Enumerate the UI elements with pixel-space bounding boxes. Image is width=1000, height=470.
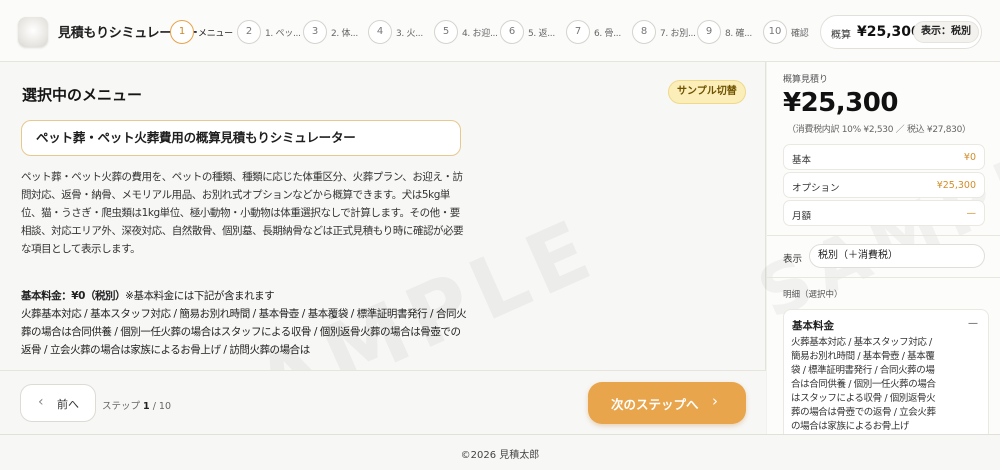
detail-card: 基本料金 — 火葬基本対応 / 基本スタッフ対応 / 簡易お別れ時間 / 基本骨… <box>783 309 989 434</box>
display-select[interactable]: 税別（＋消費税） <box>809 244 985 268</box>
step-number: 4 <box>368 20 392 44</box>
step-number: 9 <box>697 20 721 44</box>
base-fee-items: 火葬基本対応 / 基本スタッフ対応 / 簡易お別れ時間 / 基本骨壺 / 基本覆… <box>21 308 467 355</box>
step-label: メニュー <box>198 29 233 39</box>
step-label: 5. 返... <box>528 29 555 39</box>
next-label: 次のステップへ <box>611 397 699 412</box>
tax-display-toggle[interactable]: 表示：税別 <box>913 21 979 43</box>
detail-body: 火葬基本対応 / 基本スタッフ対応 / 簡易お別れ時間 / 基本骨壺 / 基本覆… <box>791 337 936 432</box>
step-number: 3 <box>303 20 327 44</box>
step-number: 10 <box>763 20 787 44</box>
step-number: 7 <box>566 20 590 44</box>
estimate-sidebar: SAMPLE 概算見積り ¥25,300 （消費税内訳 10% ¥2,530 ／… <box>746 62 1000 434</box>
step-number: 1 <box>170 20 194 44</box>
base-fee-block: 基本料金：¥0（税別）※基本料金には下記が含まれます 火葬基本対応 / 基本スタ… <box>21 287 469 355</box>
selected-menu-field[interactable]: ペット葬・ペット火葬費用の概算見積もりシミュレーター <box>21 120 461 156</box>
step-label: 3. 火... <box>396 29 423 39</box>
estimate-total: ¥25,300 <box>783 88 898 118</box>
row-value: ¥25,300 <box>936 180 976 191</box>
step-current: 1 <box>143 401 150 412</box>
menu-description: ペット葬・ペット火葬の費用を、ペットの種類、種類に応じた体重区分、火葬プラン、お… <box>21 171 464 255</box>
step-label: 確認 <box>791 29 809 39</box>
step-number: 8 <box>632 20 656 44</box>
step-prefix: ステップ <box>102 401 141 412</box>
step-label: 7. お別... <box>660 29 696 39</box>
step-label: 8. 確... <box>725 29 752 39</box>
row-label: 月額 <box>792 211 812 222</box>
back-button[interactable]: ‹ 前へ <box>20 384 96 422</box>
row-label: 基本 <box>792 155 812 166</box>
display-label: 表示 <box>783 254 803 265</box>
estimate-summary: 概算 ¥25,300 表示：税別 <box>820 15 982 49</box>
step-number: 6 <box>500 20 524 44</box>
summary-value: ¥25,300 <box>857 24 921 40</box>
section-title: 選択中のメニュー <box>22 86 143 104</box>
step-navigation: ‹ 前へ ステップ 1 / 10 次のステップへ › <box>0 370 766 434</box>
divider <box>767 235 1000 236</box>
step-counter: ステップ 1 / 10 <box>102 398 171 412</box>
estimate-label: 概算見積り <box>783 75 829 85</box>
page-footer: ©2026 見積太郎 <box>0 434 1000 470</box>
row-value: — <box>966 208 977 219</box>
main-panel: SAMPLE 選択中のメニュー サンプル切替 ペット葬・ペット火葬費用の概算見積… <box>0 62 766 463</box>
base-fee-note: ※基本料金には下記が含まれます <box>125 290 275 302</box>
summary-label: 概算 <box>831 30 851 41</box>
back-label: 前へ <box>57 398 79 411</box>
detail-title: 基本料金 <box>792 320 834 332</box>
app-logo <box>18 17 48 47</box>
tax-breakdown: （消費税内訳 10% ¥2,530 ／ 税込 ¥27,830） <box>787 125 971 135</box>
step-label: 4. お迎... <box>462 29 498 39</box>
detail-amount: — <box>968 318 978 329</box>
step-number: 2 <box>237 20 261 44</box>
row-label: オプション <box>792 183 840 194</box>
detail-label: 明細（選択中） <box>783 290 843 300</box>
sample-switch-button[interactable]: サンプル切替 <box>668 80 746 104</box>
step-label: 1. ペッ... <box>265 29 301 39</box>
step-number: 5 <box>434 20 458 44</box>
divider <box>767 277 1000 278</box>
step-label: 6. 骨... <box>594 29 621 39</box>
copyright: ©2026 見積太郎 <box>460 450 540 461</box>
app-header: 見積もりシミュレーター 1 メニュー 2 1. ペッ... 3 2. 体... … <box>0 0 1000 62</box>
chevron-left-icon: ‹ <box>38 394 44 410</box>
base-fee-title: 基本料金：¥0（税別） <box>21 290 126 302</box>
step-label: 2. 体... <box>331 29 358 39</box>
row-base: 基本 ¥0 <box>783 144 985 170</box>
row-monthly: 月額 — <box>783 200 985 226</box>
row-value: ¥0 <box>963 152 976 163</box>
next-step-button[interactable]: 次のステップへ › <box>588 382 746 424</box>
step-total: / 10 <box>152 401 172 412</box>
row-options: オプション ¥25,300 <box>783 172 985 198</box>
chevron-right-icon: › <box>712 392 718 410</box>
